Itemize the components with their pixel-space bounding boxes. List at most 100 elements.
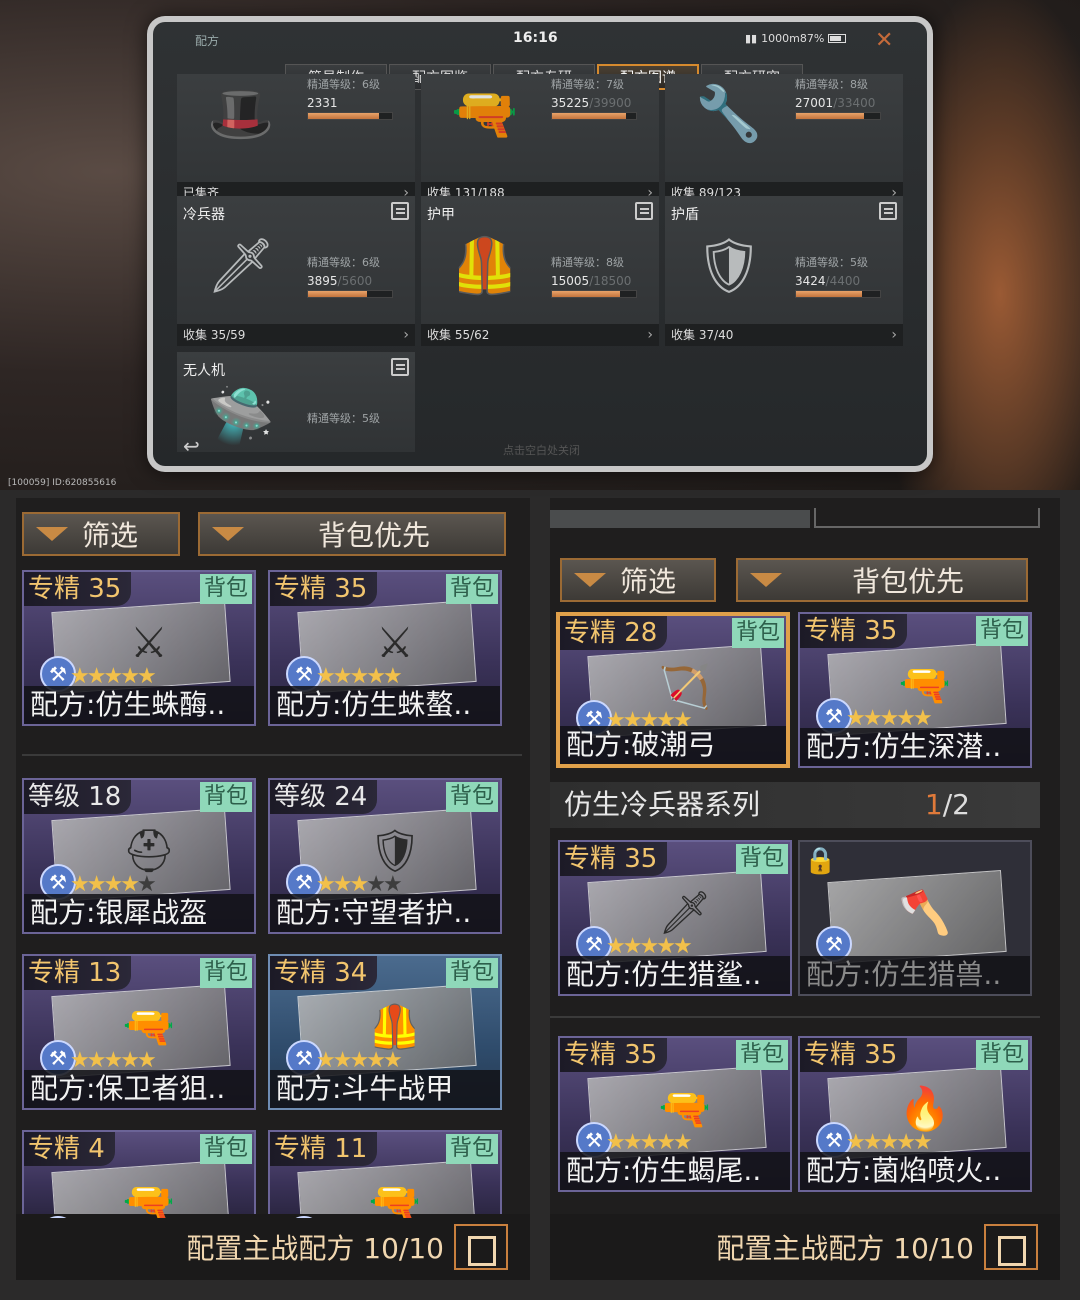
weapon-icon: 🔫 — [122, 1002, 176, 1051]
dropdown-triangle-icon — [574, 573, 606, 587]
mastery-level: 精通等级：5级 — [307, 412, 380, 425]
filter-button[interactable]: 筛选 — [560, 558, 716, 602]
right-recipe-panel: 筛选 背包优先 仿生冷兵器系列 1/2 专精 28 背包 🏹 ⚒ ★★★★★ 配方:破潮弓专… — [550, 498, 1060, 1280]
recipe-card[interactable]: 等级 18 背包 ⛑ ⚒ ★★★★★ 配方:银犀战盔 — [22, 778, 256, 934]
recipe-book-icon[interactable] — [454, 1224, 508, 1270]
category-item-icon: 🛡 — [694, 234, 764, 297]
mastery-level: 精通等级：8级 — [551, 256, 624, 269]
weapon-icon: ⚔ — [130, 618, 168, 667]
codex-icon[interactable] — [391, 202, 409, 220]
main-recipe-config-bar[interactable]: 配置主战配方 10/10 — [550, 1214, 1060, 1280]
chevron-right-icon: › — [891, 327, 897, 343]
recipe-name: 配方:仿生蛛螯.. — [270, 686, 500, 724]
codex-icon[interactable] — [635, 202, 653, 220]
battery-status: ▮▮ 1000m87% — [745, 32, 847, 45]
category-item-icon: 🔧 — [695, 82, 763, 145]
device-info: [100059] ID:620855616 — [8, 478, 117, 488]
progress-fill — [552, 113, 626, 119]
rank-badge: 专精 28 — [560, 616, 668, 650]
sort-button[interactable]: 背包优先 — [198, 512, 506, 556]
category-card[interactable]: 冷兵器 🗡 精通等级：6级 3895/5600 收集 35/59 › — [177, 196, 415, 346]
recipe-card[interactable]: 等级 24 背包 🛡 ⚒ ★★★★★ 配方:守望者护.. — [268, 778, 502, 934]
category-card[interactable]: 护盾 🛡 精通等级：5级 3424/4400 收集 37/40 › — [665, 196, 903, 346]
weapon-icon: 🛡 — [368, 826, 422, 875]
mastery-progress: 3895/5600 — [307, 274, 372, 288]
recipe-card[interactable]: 专精 35 背包 🔫 ⚒ ★★★★★ 配方:仿生深潜.. — [798, 612, 1032, 768]
series-count-owned: 1 — [924, 788, 943, 821]
clock: 16:16 — [513, 30, 558, 46]
progress-fill — [796, 291, 862, 297]
progress-total: /39900 — [589, 96, 632, 110]
recipe-card[interactable]: 专精 34 背包 🦺 ⚒ ★★★★★ 配方:斗牛战甲 — [268, 954, 502, 1110]
recipe-card[interactable]: 专精 11背包🔫⚒ — [268, 1130, 502, 1220]
collection-footer[interactable]: 收集 37/40 › — [665, 324, 903, 346]
backpack-tag: 背包 — [731, 618, 784, 648]
codex-icon[interactable] — [879, 202, 897, 220]
rank-badge: 专精 11 — [270, 1132, 378, 1166]
backpack-tag: 背包 — [975, 1040, 1028, 1070]
rank-badge: 专精 35 — [270, 572, 378, 606]
category-item-icon: 🦺 — [451, 234, 519, 297]
recipe-card[interactable]: 专精 35 背包 🗡 ⚒ ★★★★★ 配方:仿生猎鲨.. — [558, 840, 792, 996]
filter-button[interactable]: 筛选 — [22, 512, 180, 556]
recipe-name: 配方:银犀战盔 — [24, 894, 254, 932]
progress-bar — [551, 290, 637, 298]
recipe-card[interactable]: 专精 35 背包 🔥 ⚒ ★★★★★ 配方:菌焰喷火.. — [798, 1036, 1032, 1192]
header-frame — [814, 508, 1040, 528]
progress-total: /33400 — [833, 96, 876, 110]
collection-footer[interactable]: 收集 55/62 › — [421, 324, 659, 346]
progress-bar — [551, 112, 637, 120]
recipe-card[interactable]: 专精 4背包🔫⚒ — [22, 1130, 256, 1220]
recipe-card[interactable]: 专精 28 背包 🏹 ⚒ ★★★★★ 配方:破潮弓 — [556, 612, 790, 768]
category-card[interactable]: 护甲 🦺 精通等级：8级 15005/18500 收集 55/62 › — [421, 196, 659, 346]
header-strip — [550, 510, 810, 528]
category-item-icon: 🛸 — [207, 384, 275, 447]
tablet-device: 配方 16:16 ▮▮1000m87% ✕ 简易制作配方图鉴配方专研配方图谱配方… — [147, 16, 933, 472]
category-item-icon: 🗡 — [206, 234, 276, 297]
recipe-card[interactable]: 专精 35 背包 ⚔ ⚒ ★★★★★ 配方:仿生蛛螯.. — [268, 570, 502, 726]
backpack-tag: 背包 — [735, 844, 788, 874]
weapon-icon: 🔫 — [658, 1084, 712, 1133]
recipe-card[interactable]: 🔒 🪓 ⚒ 配方:仿生猎兽.. — [798, 840, 1032, 996]
recipe-card[interactable]: 专精 13 背包 🔫 ⚒ ★★★★★ 配方:保卫者狙.. — [22, 954, 256, 1110]
series-header[interactable]: 仿生冷兵器系列 1/2 — [550, 782, 1040, 828]
progress-value: 2331 — [307, 96, 338, 110]
category-card[interactable]: 🔧 精通等级：8级 27001/33400 收集 89/123 › — [665, 74, 903, 204]
weapon-icon: 🗡 — [658, 888, 712, 937]
back-arrow-icon[interactable]: ↩ — [183, 434, 200, 458]
category-name: 护甲 — [427, 207, 455, 223]
recipe-card[interactable]: 专精 35 背包 🔫 ⚒ ★★★★★ 配方:仿生蝎尾.. — [558, 1036, 792, 1192]
progress-value: 35225 — [551, 96, 590, 110]
close-icon[interactable]: ✕ — [875, 28, 893, 53]
mastery-progress: 27001/33400 — [795, 96, 875, 110]
recipe-name: 配方:仿生深潜.. — [800, 728, 1030, 766]
progress-value: 3424 — [795, 274, 826, 288]
collection-footer[interactable]: 收集 35/59 › — [177, 324, 415, 346]
rank-badge: 专精 35 — [24, 572, 132, 606]
recipe-book-icon[interactable] — [984, 1224, 1038, 1270]
progress-bar — [307, 112, 393, 120]
category-card[interactable]: 🎩 精通等级：6级 2331 已集齐 › — [177, 74, 415, 204]
rank-badge: 专精 35 — [800, 1038, 908, 1072]
dropdown-triangle-icon — [36, 527, 68, 541]
rank-badge: 专精 4 — [24, 1132, 115, 1166]
backpack-tag: 背包 — [199, 958, 252, 988]
category-card[interactable]: 🔫 精通等级：7级 35225/39900 收集 131/188 › — [421, 74, 659, 204]
recipe-card[interactable]: 专精 35 背包 ⚔ ⚒ ★★★★★ 配方:仿生蛛酶.. — [22, 570, 256, 726]
category-card[interactable]: 无人机 🛸 精通等级：5级 — [177, 352, 415, 452]
series-name: 仿生冷兵器系列 — [564, 788, 761, 821]
sort-button[interactable]: 背包优先 — [736, 558, 1028, 602]
recipe-name: 配方:菌焰喷火.. — [800, 1152, 1030, 1190]
mastery-level: 精通等级：5级 — [795, 256, 868, 269]
progress-bar — [795, 290, 881, 298]
codex-icon[interactable] — [391, 358, 409, 376]
main-recipe-config-bar[interactable]: 配置主战配方 10/10 — [16, 1214, 530, 1280]
progress-fill — [308, 291, 367, 297]
progress-bar — [795, 112, 881, 120]
weapon-icon: 🔥 — [898, 1084, 952, 1133]
progress-fill — [308, 113, 380, 119]
sort-label: 背包优先 — [852, 565, 965, 598]
battery-icon — [828, 34, 847, 43]
tablet-screen: 配方 16:16 ▮▮1000m87% ✕ 简易制作配方图鉴配方专研配方图谱配方… — [153, 22, 927, 466]
divider — [22, 754, 522, 756]
